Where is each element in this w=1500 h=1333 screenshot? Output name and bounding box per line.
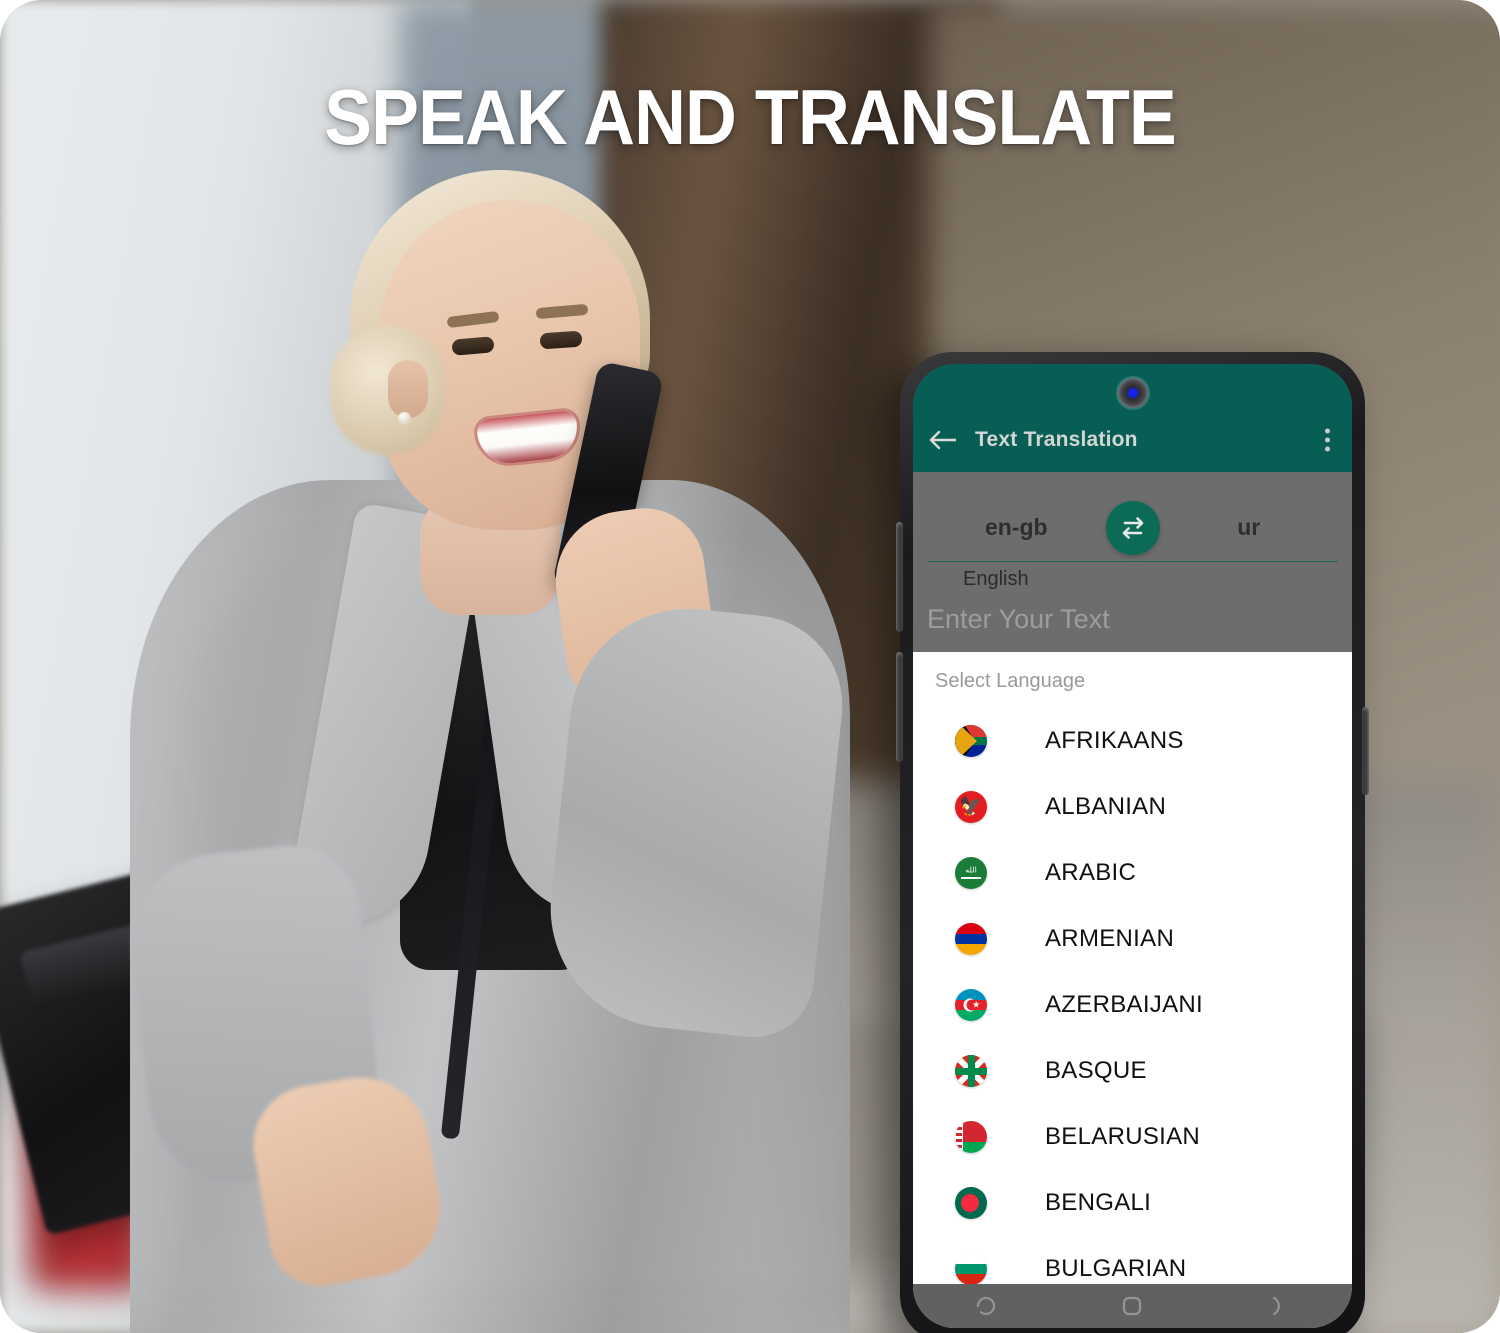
android-navigation-bar: [913, 1284, 1352, 1328]
app-body: en-gb ur English Enter Your Text Select …: [913, 472, 1352, 1328]
language-name: BULGARIAN: [1045, 1255, 1187, 1282]
language-name: AFRIKAANS: [1045, 727, 1184, 754]
eye-right: [539, 330, 583, 350]
language-list-item[interactable]: الله ARABIC: [913, 840, 1352, 906]
language-list-item[interactable]: ARMENIAN: [913, 906, 1352, 972]
language-name: BENGALI: [1045, 1189, 1152, 1216]
kebab-menu-icon[interactable]: [1325, 428, 1330, 452]
language-list-item[interactable]: 🦅 ALBANIAN: [913, 774, 1352, 840]
phone-screen: Text Translation en-gb ur English Enter …: [913, 364, 1352, 1328]
toolbar-title: Text Translation: [975, 428, 1138, 451]
flag-south-africa-icon: [955, 725, 987, 757]
target-language-code[interactable]: ur: [1160, 514, 1339, 541]
app-header: Text Translation: [913, 364, 1352, 472]
language-list[interactable]: AFRIKAANS 🦅 ALBANIAN الله ARABIC ARMENIAN ★ AZE…: [913, 708, 1352, 1284]
front-camera-icon: [1117, 378, 1148, 408]
phone-mockup: Text Translation en-gb ur English Enter …: [896, 352, 1369, 1333]
language-name: BELARUSIAN: [1045, 1123, 1201, 1150]
power-button[interactable]: [1362, 707, 1369, 795]
woman-on-phone: [0, 150, 900, 1333]
language-name: ALBANIAN: [1045, 793, 1167, 820]
dim-overlay: en-gb ur English Enter Your Text: [913, 472, 1352, 652]
flag-azerbaijan-icon: ★: [955, 989, 987, 1021]
page-title: SPEAK AND TRANSLATE: [324, 73, 1177, 161]
language-list-item[interactable]: BULGARIAN: [913, 1236, 1352, 1284]
language-name: ARMENIAN: [1045, 925, 1175, 952]
language-list-item[interactable]: BENGALI: [913, 1170, 1352, 1236]
swap-horizontal-icon[interactable]: [1105, 500, 1160, 555]
language-list-item[interactable]: BELARUSIAN: [913, 1104, 1352, 1170]
language-name: BASQUE: [1045, 1057, 1147, 1084]
flag-bangladesh-icon: [955, 1187, 987, 1219]
flag-belarus-icon: [955, 1121, 987, 1153]
language-name: ARABIC: [1045, 859, 1137, 886]
language-name: AZERBAIJANI: [1045, 991, 1203, 1018]
text-input-placeholder[interactable]: Enter Your Text: [927, 604, 1110, 635]
toolbar: Text Translation: [913, 408, 1352, 472]
language-selector-bar: en-gb ur: [927, 494, 1338, 562]
language-list-item[interactable]: AFRIKAANS: [913, 708, 1352, 774]
source-language-code[interactable]: en-gb: [927, 514, 1106, 541]
flag-armenia-icon: [955, 923, 987, 955]
flag-bulgaria-icon: [955, 1253, 987, 1284]
volume-down-button[interactable]: [896, 652, 903, 762]
flag-saudi-arabia-icon: الله: [955, 857, 987, 889]
volume-up-button[interactable]: [896, 522, 903, 632]
language-list-item[interactable]: BASQUE: [913, 1038, 1352, 1104]
home-icon[interactable]: [1119, 1293, 1145, 1319]
nav-back-icon[interactable]: [1266, 1293, 1292, 1319]
ear: [388, 360, 428, 418]
language-list-item[interactable]: ★ AZERBAIJANI: [913, 972, 1352, 1038]
flag-basque-icon: [955, 1055, 987, 1087]
dialog-title: Select Language: [935, 670, 1086, 692]
earring: [398, 412, 411, 425]
flag-albania-icon: 🦅: [955, 791, 987, 823]
back-arrow-icon[interactable]: [913, 429, 975, 451]
source-language-label: English: [963, 568, 1029, 590]
screenshot-stage: SPEAK AND TRANSLATE Text Translation en-…: [0, 0, 1500, 1333]
recents-icon[interactable]: [973, 1293, 999, 1319]
select-language-dialog: Select Language AFRIKAANS 🦅 ALBANIAN الله AR…: [913, 652, 1352, 1284]
